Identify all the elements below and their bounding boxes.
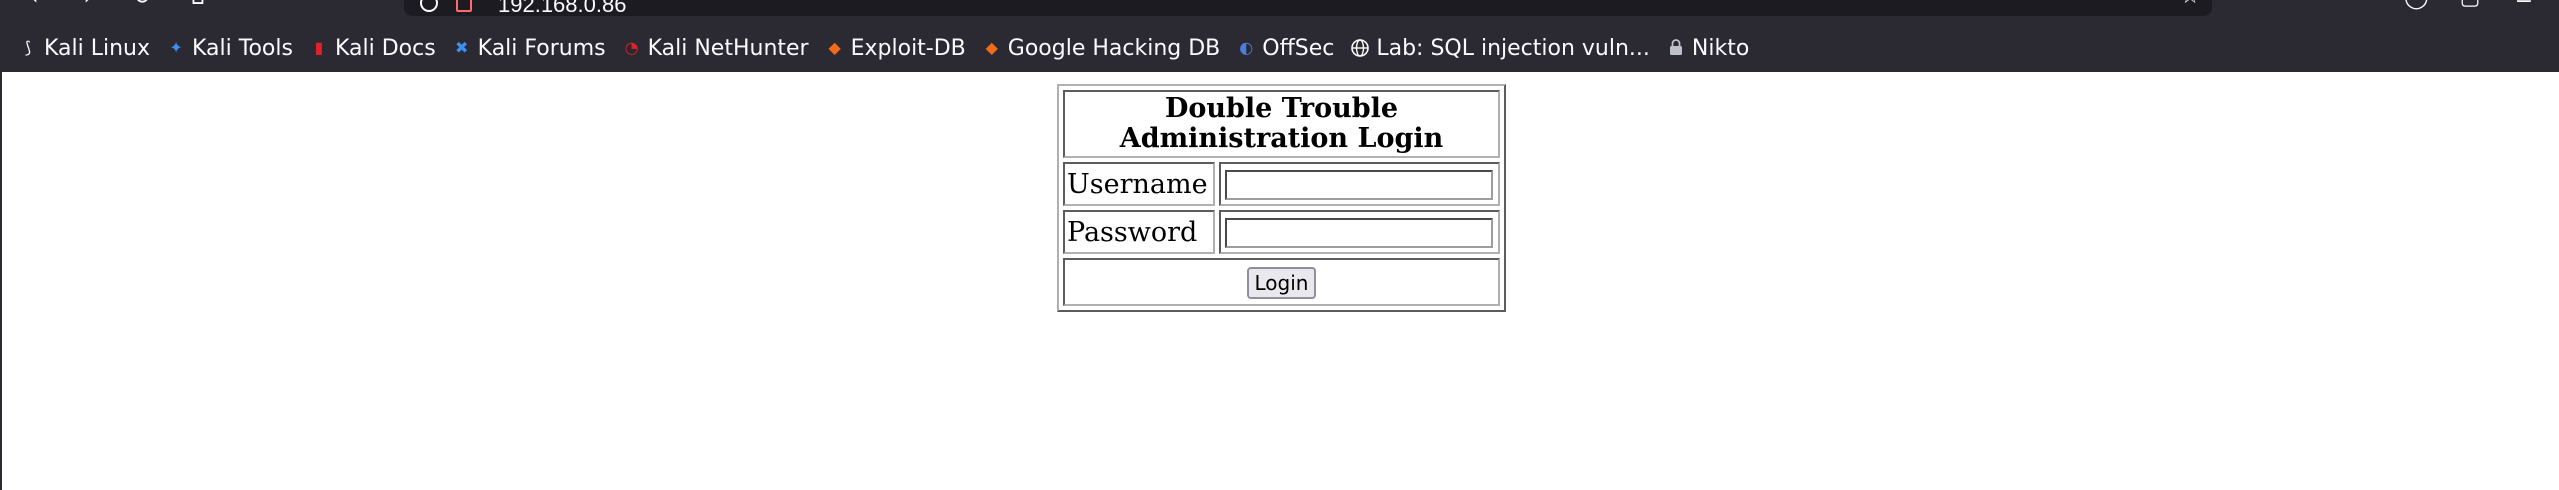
url-text[interactable]: 192.168.0.86 [498, 0, 626, 16]
reload-icon[interactable]: ↻ [130, 0, 154, 10]
bookmark-label: Lab: SQL injection vuln... [1376, 35, 1650, 61]
password-label: Password [1063, 210, 1215, 254]
bookmark-label: Kali Linux [44, 35, 151, 61]
login-button[interactable]: Login [1246, 266, 1317, 299]
bookmark-star-icon[interactable]: ☆ [2180, 0, 2200, 9]
password-cell [1219, 210, 1500, 254]
bookmark-label: Google Hacking DB [1007, 35, 1221, 61]
bookmark-lab-sql-injection[interactable]: Lab: SQL injection vuln... [1350, 36, 1650, 61]
bookmark-google-hacking-db[interactable]: ◆ Google Hacking DB [982, 35, 1221, 61]
bookmark-kali-tools[interactable]: ✦ Kali Tools [166, 36, 293, 61]
globe-icon [1350, 38, 1370, 58]
forward-arrow-icon[interactable]: › [76, 0, 100, 10]
bookmark-offsec[interactable]: ◐ OffSec [1236, 36, 1334, 61]
bookmark-label: Kali Tools [192, 35, 293, 61]
bookmark-label: Nikto [1691, 35, 1750, 61]
login-button-cell: Login [1063, 258, 1500, 306]
nethunter-icon: ◔ [624, 38, 639, 57]
login-table: Double Trouble Administration Login User… [1057, 84, 1506, 312]
bookmark-nikto[interactable]: Nikto [1666, 36, 1749, 61]
back-arrow-icon[interactable]: ‹ [22, 0, 46, 10]
site-info-icon[interactable] [420, 0, 438, 12]
bookmark-kali-nethunter[interactable]: ◔ Kali NetHunter [622, 36, 809, 61]
page-content: Double Trouble Administration Login User… [0, 72, 2559, 490]
kali-dragon-icon: ⟆ [24, 38, 32, 57]
bookmark-exploit-db[interactable]: ◆ Exploit-DB [825, 35, 966, 61]
navigation-toolbar: ‹ › ↻ ⌂ 192.168.0.86 ☆ ◯ ▢ ≡ [0, 0, 2559, 16]
account-icon[interactable]: ◯ [2404, 0, 2429, 10]
url-bar[interactable]: 192.168.0.86 ☆ [404, 0, 2212, 16]
bookmark-label: Kali Forums [477, 35, 606, 61]
bookmark-label: Kali Docs [334, 35, 436, 61]
bookmark-kali-docs[interactable]: ▮ Kali Docs [309, 36, 436, 61]
kali-forums-icon: ✖ [454, 38, 469, 57]
username-input[interactable] [1225, 170, 1493, 200]
bookmark-label: Kali NetHunter [647, 35, 809, 61]
bookmark-kali-forums[interactable]: ✖ Kali Forums [452, 36, 606, 61]
window-edge [0, 72, 2, 490]
extensions-icon[interactable]: ▢ [2458, 0, 2482, 10]
kali-tools-icon: ✦ [169, 38, 183, 57]
password-input[interactable] [1225, 218, 1493, 248]
bookmark-kali-linux[interactable]: ⟆ Kali Linux [18, 36, 150, 61]
username-label: Username [1063, 162, 1215, 206]
bookmark-label: Exploit-DB [850, 35, 966, 61]
menu-icon[interactable]: ≡ [2512, 0, 2536, 10]
kali-docs-icon: ▮ [314, 38, 324, 57]
bookmarks-toolbar: ⟆ Kali Linux ✦ Kali Tools ▮ Kali Docs ✖ … [0, 30, 1765, 66]
browser-chrome: ‹ › ↻ ⌂ 192.168.0.86 ☆ ◯ ▢ ≡ ⟆ Kali Linu… [0, 0, 2559, 72]
bookmark-label: OffSec [1262, 35, 1335, 61]
form-title: Double Trouble Administration Login [1063, 90, 1500, 158]
ghdb-icon: ◆ [985, 38, 998, 57]
home-icon[interactable]: ⌂ [186, 0, 210, 10]
exploit-db-icon: ◆ [828, 38, 841, 57]
lock-icon [1666, 38, 1686, 58]
username-cell [1219, 162, 1500, 206]
page-insecure-icon[interactable] [456, 0, 472, 12]
offsec-icon: ◐ [1239, 38, 1254, 57]
